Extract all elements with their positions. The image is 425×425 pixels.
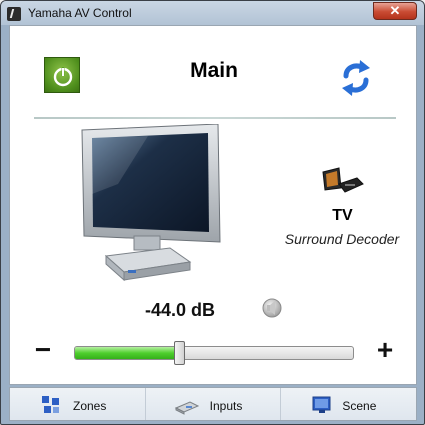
close-button[interactable]: ✕: [373, 2, 417, 20]
refresh-icon[interactable]: [340, 58, 372, 98]
tv-input-icon: [322, 167, 364, 193]
volume-slider[interactable]: [74, 346, 354, 360]
input-name: TV: [332, 207, 353, 224]
app-icon: [7, 7, 21, 21]
volume-slider-thumb[interactable]: [174, 341, 185, 365]
scene-icon: [312, 396, 331, 413]
tv-illustration: [81, 124, 221, 282]
tab-scene-label: Scene: [342, 399, 377, 413]
tab-scene[interactable]: Scene: [281, 388, 416, 420]
title-bar[interactable]: Yamaha AV Control ✕: [1, 1, 424, 25]
header-divider: [34, 117, 396, 119]
window-title: Yamaha AV Control: [28, 6, 132, 20]
zones-icon: [42, 396, 59, 413]
app-window: Yamaha AV Control ✕ Main TV Surround Dec…: [0, 0, 425, 425]
mute-icon[interactable]: [260, 296, 284, 320]
volume-slider-fill: [75, 347, 181, 359]
main-panel: Main TV Surround Decoder -44.0 dB − +: [9, 25, 417, 385]
bottom-tab-bar: Zones Inputs Scene: [9, 387, 417, 421]
inputs-icon: [174, 401, 199, 415]
sound-mode: Surround Decoder: [284, 231, 400, 247]
tab-zones[interactable]: Zones: [10, 388, 146, 420]
volume-down-button[interactable]: −: [32, 336, 54, 364]
tab-inputs[interactable]: Inputs: [146, 388, 282, 420]
volume-up-button[interactable]: +: [374, 336, 396, 364]
tab-inputs-label: Inputs: [209, 399, 243, 413]
volume-readout: -44.0 dB: [144, 300, 216, 320]
tab-zones-label: Zones: [73, 399, 107, 413]
